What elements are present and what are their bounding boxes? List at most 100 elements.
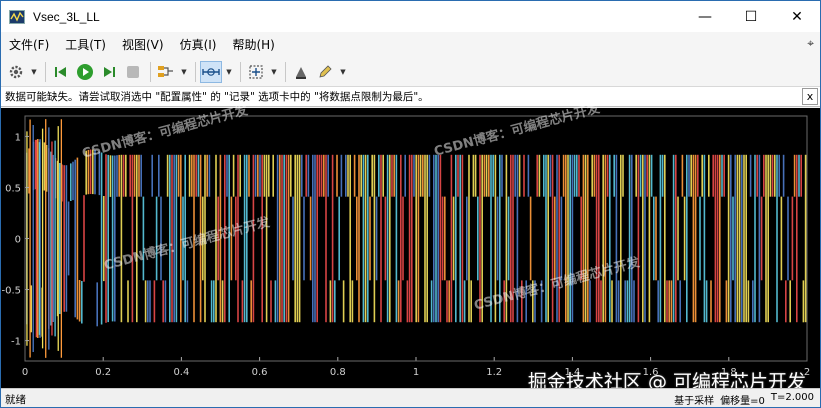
signal-stripe — [785, 280, 787, 323]
y-tick-label: 0.5 — [5, 183, 21, 194]
signal-stripe — [274, 280, 277, 323]
signal-stripe — [668, 280, 670, 323]
signal-stripe — [675, 154, 677, 323]
menu-file[interactable]: 文件(F) — [1, 36, 57, 53]
signal-stripe — [81, 281, 83, 324]
window-title: Vsec_3L_LL — [33, 9, 100, 24]
signal-stripe — [364, 154, 367, 323]
signal-stripe — [250, 280, 252, 323]
zoom-dropdown-icon[interactable]: ▼ — [224, 61, 234, 83]
signal-stripe — [538, 154, 541, 197]
signal-stripe — [338, 196, 340, 281]
edit-dropdown-icon[interactable]: ▼ — [338, 61, 348, 83]
signal-stripe — [254, 154, 257, 197]
signal-stripe — [349, 154, 351, 323]
signal-stripe — [437, 154, 439, 323]
info-close-button[interactable]: x — [802, 88, 818, 105]
signal-stripe — [556, 154, 558, 323]
zoom-time-icon[interactable] — [200, 60, 222, 83]
signal-stripe — [543, 154, 545, 197]
signal-stripe — [386, 154, 389, 323]
signal-stripe — [129, 154, 131, 197]
signal-stripe — [774, 154, 776, 197]
maximize-button[interactable]: ☐ — [728, 1, 774, 32]
signal-stripe — [70, 163, 72, 201]
signal-stripe — [701, 154, 703, 197]
signal-stripe — [208, 154, 211, 197]
close-button[interactable]: ✕ — [774, 1, 820, 32]
signal-stripe — [164, 280, 167, 323]
edit-icon[interactable] — [314, 61, 336, 83]
signal-stripe — [342, 280, 345, 323]
signal-stripe — [270, 280, 272, 323]
stop-icon[interactable] — [122, 61, 144, 83]
signal-stripe — [565, 154, 567, 323]
signal-stripe — [710, 280, 712, 323]
signal-select-icon[interactable] — [155, 61, 177, 83]
signal-stripe — [576, 154, 578, 197]
x-tick-label: 0.4 — [173, 367, 189, 378]
signal-stripe — [441, 196, 444, 281]
gear-icon[interactable] — [5, 61, 27, 83]
signal-stripe — [373, 154, 376, 323]
status-bar: 就绪 基于采样 偏移量=0 T=2.000 — [1, 388, 820, 407]
signal-stripe — [609, 154, 611, 323]
menu-simulation[interactable]: 仿真(I) — [172, 36, 225, 53]
signal-stripe — [455, 154, 457, 323]
signal-stripe — [162, 280, 164, 323]
signal-stripe — [529, 196, 532, 281]
signal-stripe — [122, 154, 125, 197]
signal-stripe — [683, 196, 686, 281]
toolbar: ▼ ▼ ▼ ▼ ▼ — [1, 57, 820, 87]
signal-stripe — [265, 154, 268, 323]
settings-dropdown-icon[interactable]: ▼ — [29, 61, 39, 83]
signal-stripe — [589, 280, 591, 323]
signal-stripe — [604, 154, 607, 323]
scope-app-icon — [9, 9, 25, 24]
menu-tools[interactable]: 工具(T) — [57, 36, 114, 53]
y-tick-label: 0 — [15, 235, 21, 246]
signal-stripe — [98, 151, 101, 196]
signal-stripe — [721, 154, 723, 197]
signal-stripe — [578, 154, 580, 197]
step-back-icon[interactable] — [50, 61, 72, 83]
signal-stripe — [507, 196, 510, 281]
signal-stripe — [804, 154, 807, 323]
signal-stripe — [606, 154, 609, 197]
signal-stripe — [776, 154, 778, 323]
run-icon[interactable] — [74, 61, 96, 83]
signal-stripe — [241, 280, 244, 323]
signal-stripe — [798, 154, 800, 197]
fit-icon[interactable] — [245, 61, 267, 83]
signal-stripe — [477, 196, 479, 281]
signal-stripe — [782, 154, 785, 197]
signal-stripe — [736, 154, 739, 323]
signal-stripe — [239, 154, 241, 197]
signal-stripe — [468, 154, 470, 323]
highlight-icon[interactable] — [290, 61, 312, 83]
fit-dropdown-icon[interactable]: ▼ — [269, 61, 279, 83]
signal-stripe — [752, 280, 754, 323]
signal-stripe — [127, 280, 129, 323]
signal-stripe — [248, 154, 250, 197]
signal-stripe — [474, 154, 477, 197]
signal-stripe — [380, 154, 382, 323]
signal-stripe — [362, 154, 365, 323]
menu-help[interactable]: 帮助(H) — [224, 36, 282, 53]
signal-stripe — [72, 161, 74, 201]
signal-stripe — [142, 196, 145, 281]
signal-stripe — [754, 154, 756, 323]
signal-stripe — [536, 154, 538, 197]
signal-dropdown-icon[interactable]: ▼ — [179, 61, 189, 83]
step-forward-icon[interactable] — [98, 61, 120, 83]
pin-icon[interactable]: ⌖ — [807, 36, 814, 51]
signal-stripe — [637, 154, 640, 323]
signal-stripe — [382, 154, 384, 197]
signal-stripe — [369, 196, 371, 281]
signal-stripe — [76, 157, 79, 320]
signal-stripe — [617, 280, 620, 323]
title-bar[interactable]: Vsec_3L_LL — ☐ ✕ — [1, 1, 820, 32]
minimize-button[interactable]: — — [682, 1, 728, 32]
signal-stripe — [413, 154, 415, 197]
menu-view[interactable]: 视图(V) — [114, 36, 172, 53]
